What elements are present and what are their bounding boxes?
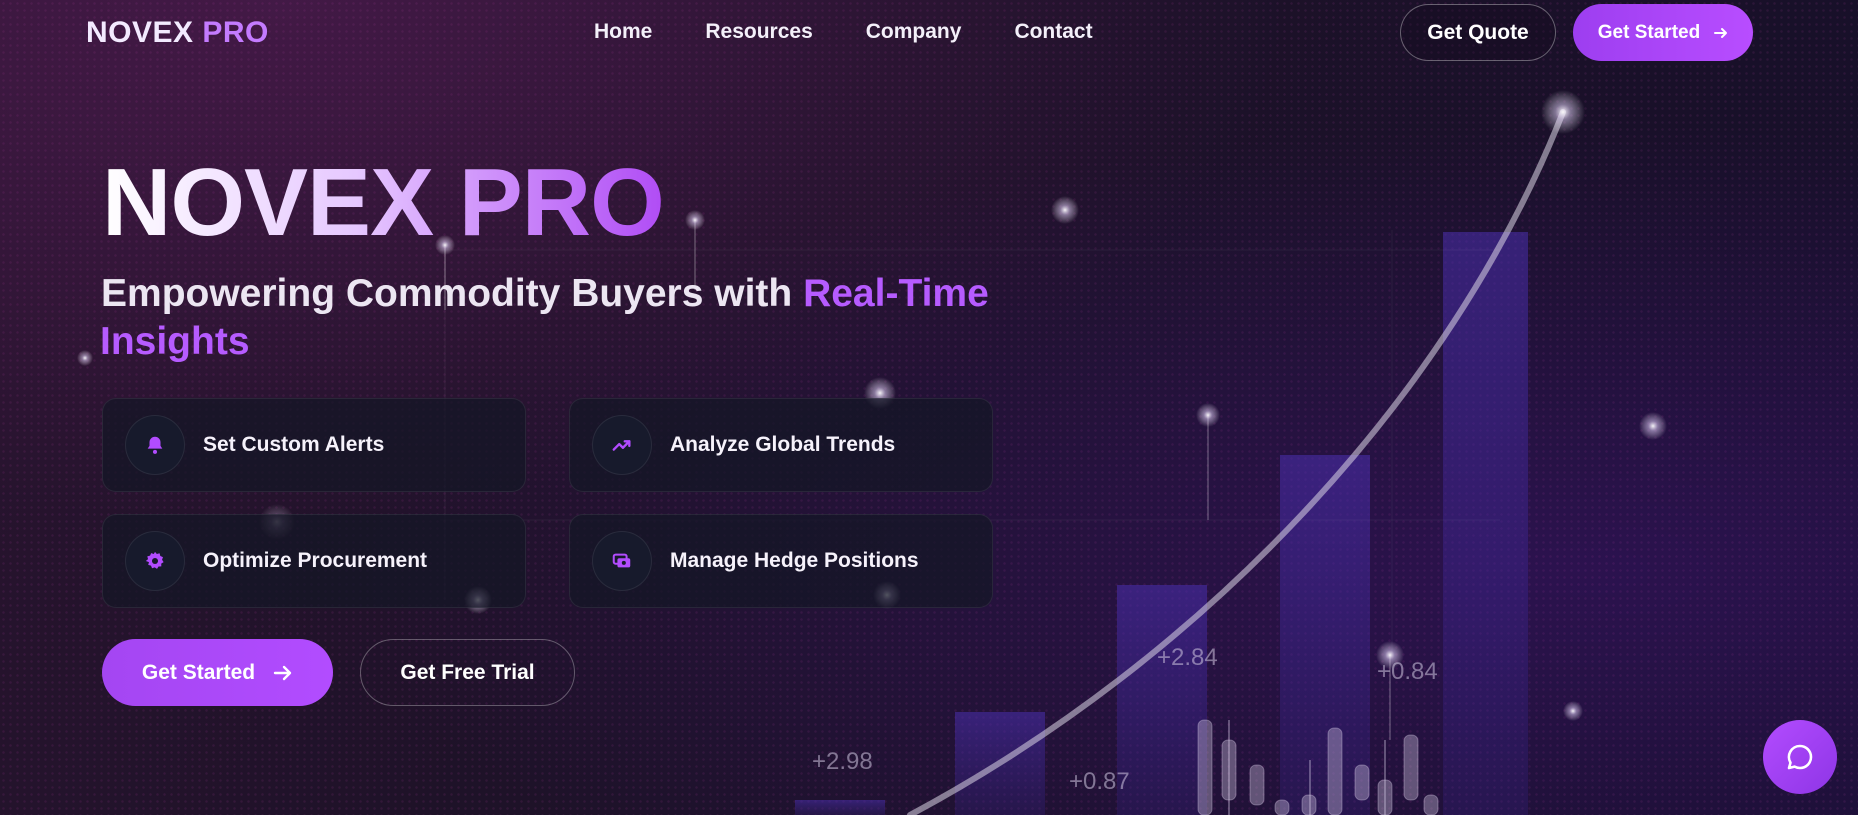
free-trial-label: Get Free Trial (400, 660, 535, 684)
feature-label: Manage Hedge Positions (670, 549, 919, 572)
candle (1403, 734, 1419, 801)
candle (1197, 719, 1213, 815)
gear-icon (125, 531, 185, 591)
bg-change-label: +2.98 (812, 748, 873, 775)
arrow-right-icon (1714, 27, 1728, 38)
feature-label: Analyze Global Trends (670, 433, 896, 456)
subtitle-highlight: Real-Time (803, 272, 989, 315)
bg-change-label: +2.84 (1157, 644, 1218, 671)
feature-label: Optimize Procurement (203, 549, 428, 572)
bg-bar (1280, 455, 1370, 815)
arrow-right-icon (273, 665, 292, 680)
nav-link-home[interactable]: Home (594, 20, 652, 44)
glow-dot (1541, 90, 1585, 134)
bg-change-label: +0.87 (1069, 768, 1130, 795)
nav-link-company[interactable]: Company (866, 20, 962, 44)
glow-dot (1639, 412, 1667, 440)
candle (1274, 799, 1290, 815)
brand-name-part1: NOVEX (86, 16, 194, 49)
chat-button[interactable] (1763, 720, 1837, 794)
candle (1354, 764, 1370, 801)
subtitle-highlight: Insights (100, 320, 250, 363)
nav-menu: Home Resources Company Contact (594, 20, 1093, 44)
get-quote-button[interactable]: Get Quote (1400, 4, 1556, 61)
bg-change-label: +0.84 (1377, 658, 1438, 685)
get-quote-label: Get Quote (1427, 20, 1529, 44)
free-trial-button[interactable]: Get Free Trial (360, 639, 575, 706)
feature-card-alerts[interactable]: Set Custom Alerts (102, 398, 526, 492)
glow-dot (1051, 196, 1079, 224)
hero-title: NOVEX PRO (102, 149, 665, 256)
money-cards-icon (592, 531, 652, 591)
feature-label: Set Custom Alerts (203, 433, 385, 456)
brand-name-part2: PRO (202, 16, 269, 49)
glow-dot (1196, 403, 1220, 427)
brand-logo[interactable]: NOVEX PRO (86, 16, 269, 50)
nav-get-started-label: Get Started (1597, 21, 1701, 43)
candle (1327, 727, 1343, 815)
nav-link-resources[interactable]: Resources (705, 20, 812, 44)
hero-get-started-button[interactable]: Get Started (102, 639, 333, 706)
trending-up-icon (592, 415, 652, 475)
feature-card-trends[interactable]: Analyze Global Trends (569, 398, 993, 492)
bell-icon (125, 415, 185, 475)
chat-bubble-icon (1787, 744, 1813, 770)
bg-bar (795, 800, 885, 815)
top-navigation: NOVEX PRO Home Resources Company Contact… (0, 0, 1858, 68)
hero-get-started-label: Get Started (141, 660, 256, 684)
candle (1423, 794, 1439, 815)
nav-link-contact[interactable]: Contact (1014, 20, 1092, 44)
glow-dot (685, 210, 705, 230)
subtitle-text: Empowering Commodity Buyers with (101, 272, 804, 315)
glow-dot (77, 350, 93, 366)
candle (1249, 764, 1265, 806)
hero-subtitle: Empowering Commodity Buyers with Real-Ti… (100, 270, 1001, 366)
glow-dot (1563, 701, 1583, 721)
feature-card-procurement[interactable]: Optimize Procurement (102, 514, 526, 608)
nav-get-started-button[interactable]: Get Started (1573, 4, 1753, 61)
feature-card-hedge[interactable]: Manage Hedge Positions (569, 514, 993, 608)
